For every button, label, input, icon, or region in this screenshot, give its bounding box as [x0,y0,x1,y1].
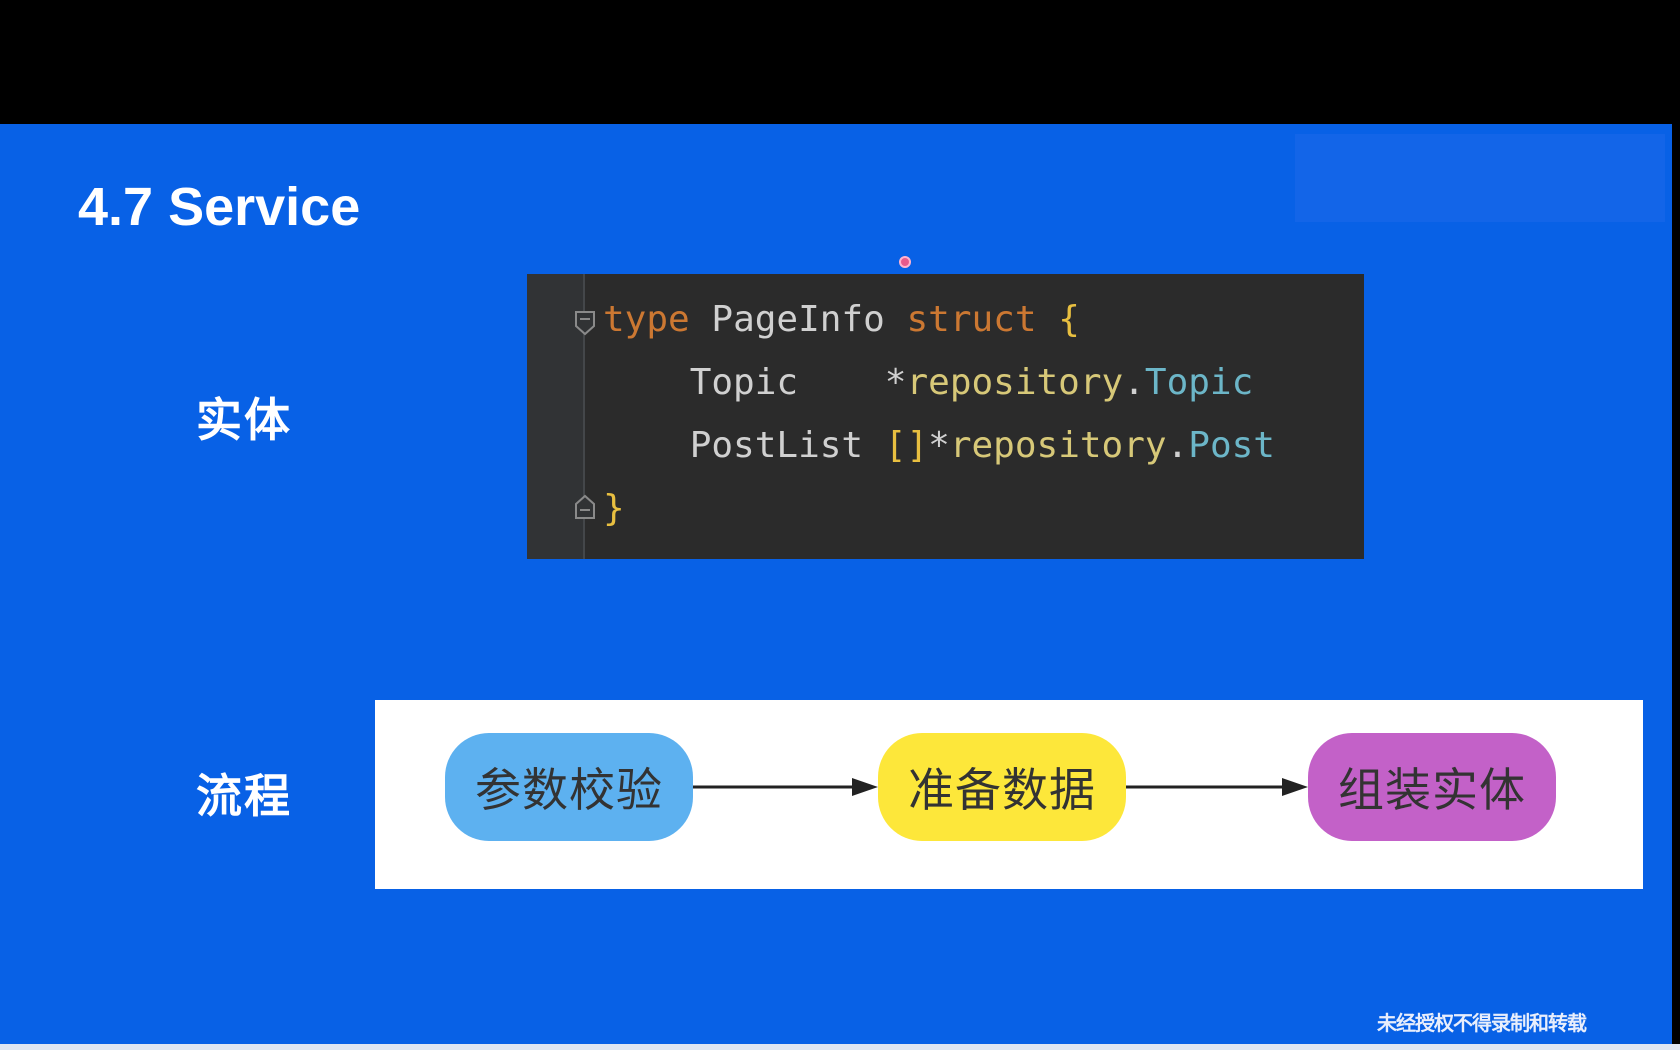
code-line-3: PostList []*repository.Post [603,424,1275,468]
fold-open-icon[interactable] [574,310,596,336]
slide-title: 4.7 Service [78,177,361,237]
flow-arrowhead-1 [852,778,878,796]
package-name: repository [906,362,1124,403]
flow-label: 流程 [196,769,292,823]
fold-close-icon[interactable] [574,494,596,520]
code-block: type PageInfo struct { Topic *repository… [527,274,1364,559]
slide-corner-glow [1295,134,1665,222]
watermark: 未经授权不得录制和转载 [1377,1011,1587,1035]
flow-step-prepare-data: 准备数据 [878,733,1126,841]
pointer-star: * [928,425,950,466]
open-brace: { [1058,299,1080,340]
code-line-1: type PageInfo struct { [603,298,1080,342]
code-line-4: } [603,487,625,531]
close-brace: } [603,488,625,529]
field-postlist: PostList [689,425,864,466]
video-top-bar [0,0,1680,124]
field-topic: Topic [689,362,799,403]
code-line-2: Topic *repository.Topic [603,361,1254,405]
presentation-slide: 4.7 Service 实体 type PageInfo struct { To… [0,124,1672,1044]
entity-label: 实体 [196,393,292,447]
type-topic: Topic [1144,362,1254,403]
slice-brackets: [] [884,425,929,466]
flow-arrowhead-2 [1282,778,1308,796]
flow-step-validate-params: 参数校验 [445,733,693,841]
type-post: Post [1188,425,1275,466]
keyword-struct: struct [906,299,1037,340]
keyword-type: type [603,299,690,340]
flow-step-assemble-entity: 组装实体 [1308,733,1556,841]
struct-name: PageInfo [711,299,885,340]
package-name: repository [949,425,1167,466]
dot: . [1166,425,1189,466]
video-right-edge [1672,124,1680,1050]
pointer-star: * [884,362,907,403]
laser-pointer-dot [899,256,911,268]
video-bottom-edge [0,1044,1680,1050]
dot: . [1123,362,1145,403]
flow-diagram-panel: 参数校验 准备数据 组装实体 [375,700,1643,889]
